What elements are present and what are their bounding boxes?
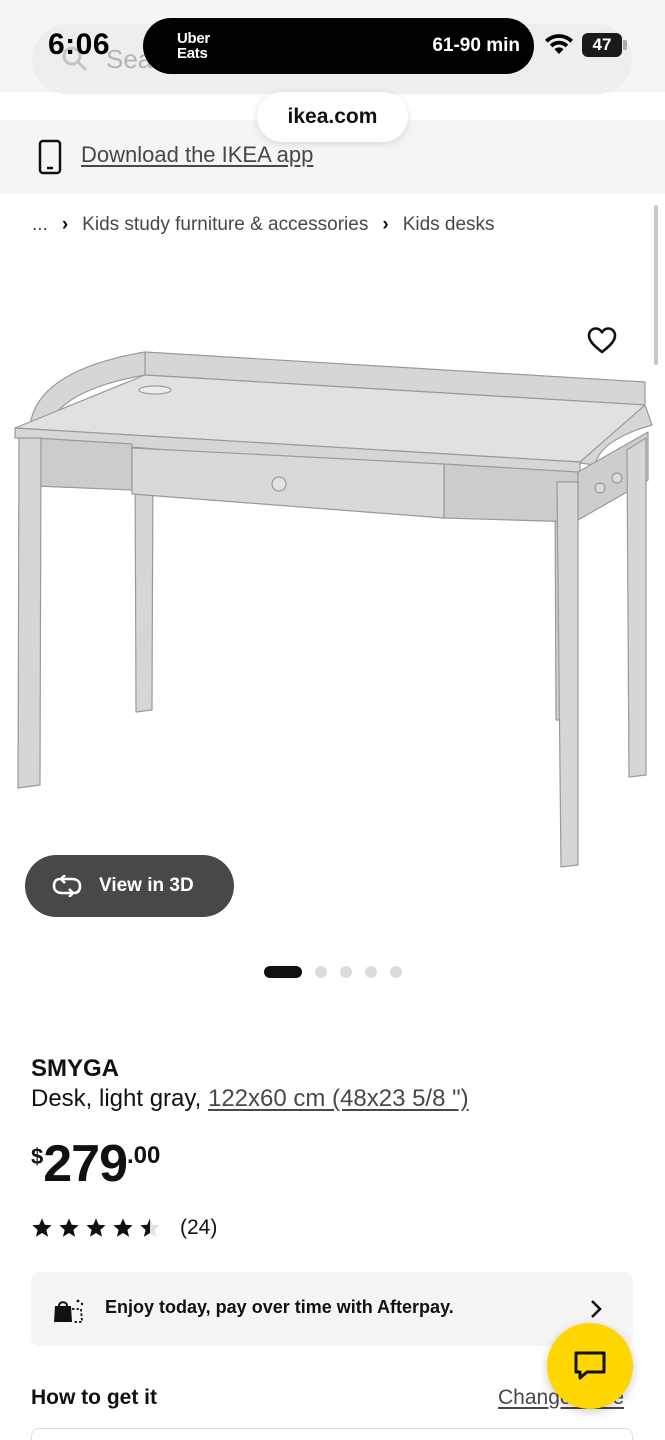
- download-app-link[interactable]: Download the IKEA app: [81, 142, 313, 168]
- product-type-label: Desk, light gray,: [31, 1085, 202, 1112]
- pagination-dot-active[interactable]: [264, 966, 302, 978]
- how-to-get-it-heading: How to get it: [31, 1386, 157, 1409]
- chevron-right-icon: ›: [382, 214, 389, 235]
- delivery-eta: 61-90 min: [432, 35, 520, 56]
- star-half-icon: [140, 1218, 160, 1237]
- afterpay-text: Enjoy today, pay over time with Afterpay…: [105, 1297, 454, 1317]
- price-decimal: .00: [127, 1142, 161, 1169]
- image-pagination: [264, 966, 415, 978]
- product-name: SMYGA: [31, 1055, 120, 1082]
- chat-icon: [574, 1351, 606, 1380]
- review-count: (24): [180, 1216, 218, 1239]
- battery-indicator: 47: [582, 33, 622, 57]
- phone-icon: [38, 139, 62, 175]
- price-whole: 279: [43, 1135, 128, 1193]
- product-description: Desk, light gray, 122x60 cm (48x23 5/8 "…: [31, 1085, 469, 1113]
- uber-eats-logo: Uber Eats: [177, 30, 210, 62]
- star-full-icon: [86, 1218, 106, 1237]
- breadcrumb-ellipsis[interactable]: ...: [32, 214, 48, 236]
- product-price: $ 279 .00: [31, 1138, 160, 1190]
- heart-icon[interactable]: [586, 325, 618, 355]
- dynamic-island-uber-eats[interactable]: Uber Eats 61-90 min: [143, 18, 534, 74]
- product-dimensions-link[interactable]: 122x60 cm (48x23 5/8 "): [208, 1085, 469, 1112]
- shopping-bag-icon: [54, 1299, 84, 1323]
- star-full-icon: [113, 1218, 133, 1237]
- pagination-dot[interactable]: [365, 966, 377, 978]
- star-full-icon: [32, 1218, 52, 1237]
- pagination-dot[interactable]: [340, 966, 352, 978]
- chat-button[interactable]: [547, 1323, 633, 1409]
- status-time: 6:06: [48, 28, 111, 61]
- breadcrumb-kids-study[interactable]: Kids study furniture & accessories: [82, 214, 368, 236]
- product-image[interactable]: [0, 250, 665, 930]
- battery-tip: [623, 40, 627, 50]
- chevron-right-icon: [591, 1300, 602, 1318]
- view-in-3d-button[interactable]: View in 3D: [25, 855, 234, 917]
- chevron-right-icon: ›: [61, 214, 69, 235]
- browser-domain[interactable]: ikea.com: [257, 92, 408, 142]
- delivery-options-card[interactable]: [31, 1428, 633, 1440]
- breadcrumb-kids-desks[interactable]: Kids desks: [403, 214, 495, 236]
- product-rating[interactable]: (24): [31, 1216, 217, 1240]
- breadcrumb: ... › Kids study furniture & accessories…: [32, 214, 495, 236]
- wifi-icon: [545, 34, 573, 54]
- pagination-dot[interactable]: [315, 966, 327, 978]
- afterpay-banner[interactable]: Enjoy today, pay over time with Afterpay…: [31, 1272, 633, 1346]
- view-in-3d-label: View in 3D: [99, 875, 194, 896]
- pagination-dot[interactable]: [390, 966, 402, 978]
- price-currency: $: [31, 1144, 44, 1169]
- rotate-3d-icon: [52, 875, 82, 897]
- star-full-icon: [59, 1218, 79, 1237]
